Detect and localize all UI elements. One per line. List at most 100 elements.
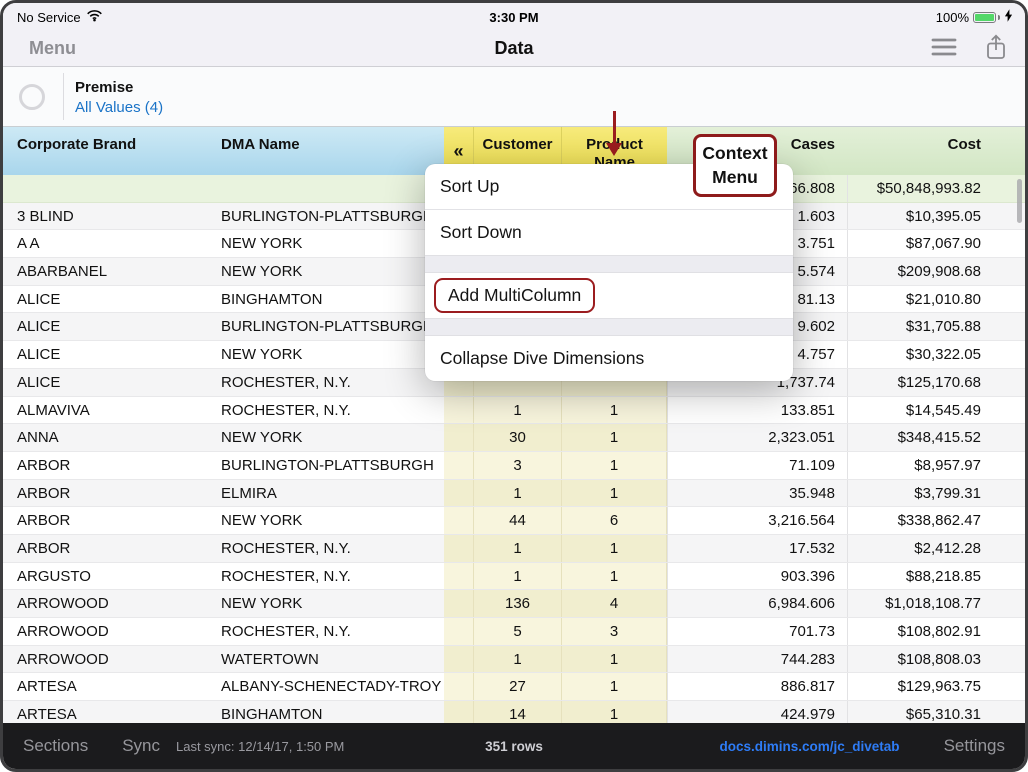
cell-collapse — [444, 480, 474, 507]
docs-link[interactable]: docs.dimins.com/jc_divetab — [720, 739, 900, 754]
share-icon — [985, 34, 1007, 64]
cell-cases: 903.396 — [667, 563, 847, 590]
cell-dma-name: BINGHAMTON — [209, 286, 444, 313]
cell-corporate-brand: ARROWOOD — [3, 618, 209, 645]
cell-corporate-brand: ABARBANEL — [3, 258, 209, 285]
cell-collapse — [444, 452, 474, 479]
header-dma-name[interactable]: DMA Name — [209, 127, 444, 175]
cell-dma-name: NEW YORK — [209, 258, 444, 285]
cell-corporate-brand: ARBOR — [3, 507, 209, 534]
cell-cases: 35.948 — [667, 480, 847, 507]
table-row[interactable]: ARGUSTO ROCHESTER, N.Y. 1 1 903.396 $88,… — [3, 563, 1025, 591]
cell-cost: $125,170.68 — [847, 369, 1025, 396]
share-button[interactable] — [985, 34, 1007, 64]
filter-value-link[interactable]: All Values (4) — [75, 98, 163, 118]
table-row[interactable]: ARTESA BINGHAMTON 14 1 424.979 $65,310.3… — [3, 701, 1025, 723]
cell-cost: $209,908.68 — [847, 258, 1025, 285]
charging-bolt-icon — [1004, 9, 1013, 25]
cell-dma-name: BINGHAMTON — [209, 701, 444, 723]
cell-product-name: 1 — [562, 701, 667, 723]
cell-cases: 3,216.564 — [667, 507, 847, 534]
cell-cases: 133.851 — [667, 397, 847, 424]
cell-cost: $21,010.80 — [847, 286, 1025, 313]
sync-button[interactable]: Sync — [122, 736, 160, 756]
table-row[interactable]: ARROWOOD NEW YORK 136 4 6,984.606 $1,018… — [3, 590, 1025, 618]
hamburger-menu-button[interactable] — [931, 38, 957, 59]
cell-dma-name: ROCHESTER, N.Y. — [209, 397, 444, 424]
table-row[interactable]: ALMAVIVA ROCHESTER, N.Y. 1 1 133.851 $14… — [3, 397, 1025, 425]
table-row[interactable]: ARROWOOD WATERTOWN 1 1 744.283 $108,808.… — [3, 646, 1025, 674]
cell-customer: 14 — [474, 701, 562, 723]
table-row[interactable]: ARTESA ALBANY-SCHENECTADY-TROY 27 1 886.… — [3, 673, 1025, 701]
cell-cases: 6,984.606 — [667, 590, 847, 617]
header-corporate-brand[interactable]: Corporate Brand — [3, 127, 209, 175]
cell-cost: $10,395.05 — [847, 203, 1025, 230]
cell-cost: $3,799.31 — [847, 480, 1025, 507]
header-cost[interactable]: Cost — [847, 127, 1025, 175]
cell-collapse — [444, 397, 474, 424]
table-row[interactable]: ARBOR ROCHESTER, N.Y. 1 1 17.532 $2,412.… — [3, 535, 1025, 563]
cell-collapse — [444, 701, 474, 723]
battery-icon — [973, 12, 996, 23]
cell-cost: $88,218.85 — [847, 563, 1025, 590]
cell-product-name: 1 — [562, 397, 667, 424]
cell-collapse — [444, 535, 474, 562]
cell-corporate-brand: ARROWOOD — [3, 590, 209, 617]
status-bar: No Service 3:30 PM 100% — [3, 3, 1025, 31]
menu-item-add-multicolumn[interactable]: Add MultiColumn — [425, 273, 793, 318]
cell-corporate-brand: ARGUSTO — [3, 563, 209, 590]
battery-percent-label: 100% — [936, 10, 969, 25]
table-row[interactable]: ARBOR BURLINGTON-PLATTSBURGH 3 1 71.109 … — [3, 452, 1025, 480]
cell-cost: $2,412.28 — [847, 535, 1025, 562]
page-title: Data — [3, 38, 1025, 59]
cell-cost: $108,802.91 — [847, 618, 1025, 645]
cell-customer: 1 — [474, 646, 562, 673]
sections-button[interactable]: Sections — [23, 736, 88, 756]
cell-product-name: 3 — [562, 618, 667, 645]
cell-corporate-brand: A A — [3, 230, 209, 257]
cell-corporate-brand: ANNA — [3, 424, 209, 451]
cell-product-name: 1 — [562, 563, 667, 590]
settings-button[interactable]: Settings — [944, 736, 1005, 756]
cell-dma-name: BURLINGTON-PLATTSBURGH — [209, 203, 444, 230]
cell-corporate-brand: ARBOR — [3, 535, 209, 562]
table-row[interactable]: ARBOR NEW YORK 44 6 3,216.564 $338,862.4… — [3, 507, 1025, 535]
cell-cases: 886.817 — [667, 673, 847, 700]
cell-collapse — [444, 563, 474, 590]
annotation-highlight: Add MultiColumn — [434, 278, 595, 313]
filter-name-label: Premise — [75, 78, 163, 98]
cell-cases: 424.979 — [667, 701, 847, 723]
cell-product-name: 1 — [562, 673, 667, 700]
cell-cost: $348,415.52 — [847, 424, 1025, 451]
cell-dma-name: ROCHESTER, N.Y. — [209, 369, 444, 396]
cell-cases: 2,323.051 — [667, 424, 847, 451]
scrollbar-thumb[interactable] — [1017, 179, 1022, 223]
cell-cost: $65,310.31 — [847, 701, 1025, 723]
cell-product-name: 1 — [562, 646, 667, 673]
table-row[interactable]: ANNA NEW YORK 30 1 2,323.051 $348,415.52 — [3, 424, 1025, 452]
totals-cost: $50,848,993.82 — [847, 175, 1025, 202]
cell-customer: 30 — [474, 424, 562, 451]
cell-customer: 1 — [474, 397, 562, 424]
cell-dma-name: NEW YORK — [209, 341, 444, 368]
cell-customer: 1 — [474, 563, 562, 590]
menu-group-separator — [425, 255, 793, 273]
menu-item-collapse-dive-dimensions[interactable]: Collapse Dive Dimensions — [425, 336, 793, 381]
cell-dma-name: NEW YORK — [209, 507, 444, 534]
row-count-label: 351 rows — [485, 739, 543, 754]
cell-dma-name: NEW YORK — [209, 230, 444, 257]
cell-customer: 44 — [474, 507, 562, 534]
cell-cost: $338,862.47 — [847, 507, 1025, 534]
table-row[interactable]: ARBOR ELMIRA 1 1 35.948 $3,799.31 — [3, 480, 1025, 508]
filter-row: Premise All Values (4) — [3, 67, 1025, 127]
filter-progress-circle[interactable] — [19, 84, 45, 110]
cell-dma-name: BURLINGTON-PLATTSBURGH — [209, 452, 444, 479]
cell-collapse — [444, 646, 474, 673]
menu-item-sort-down[interactable]: Sort Down — [425, 210, 793, 255]
cell-collapse — [444, 590, 474, 617]
hamburger-icon — [931, 38, 957, 59]
cell-customer: 3 — [474, 452, 562, 479]
table-row[interactable]: ARROWOOD ROCHESTER, N.Y. 5 3 701.73 $108… — [3, 618, 1025, 646]
cell-collapse — [444, 618, 474, 645]
cell-dma-name: ROCHESTER, N.Y. — [209, 563, 444, 590]
